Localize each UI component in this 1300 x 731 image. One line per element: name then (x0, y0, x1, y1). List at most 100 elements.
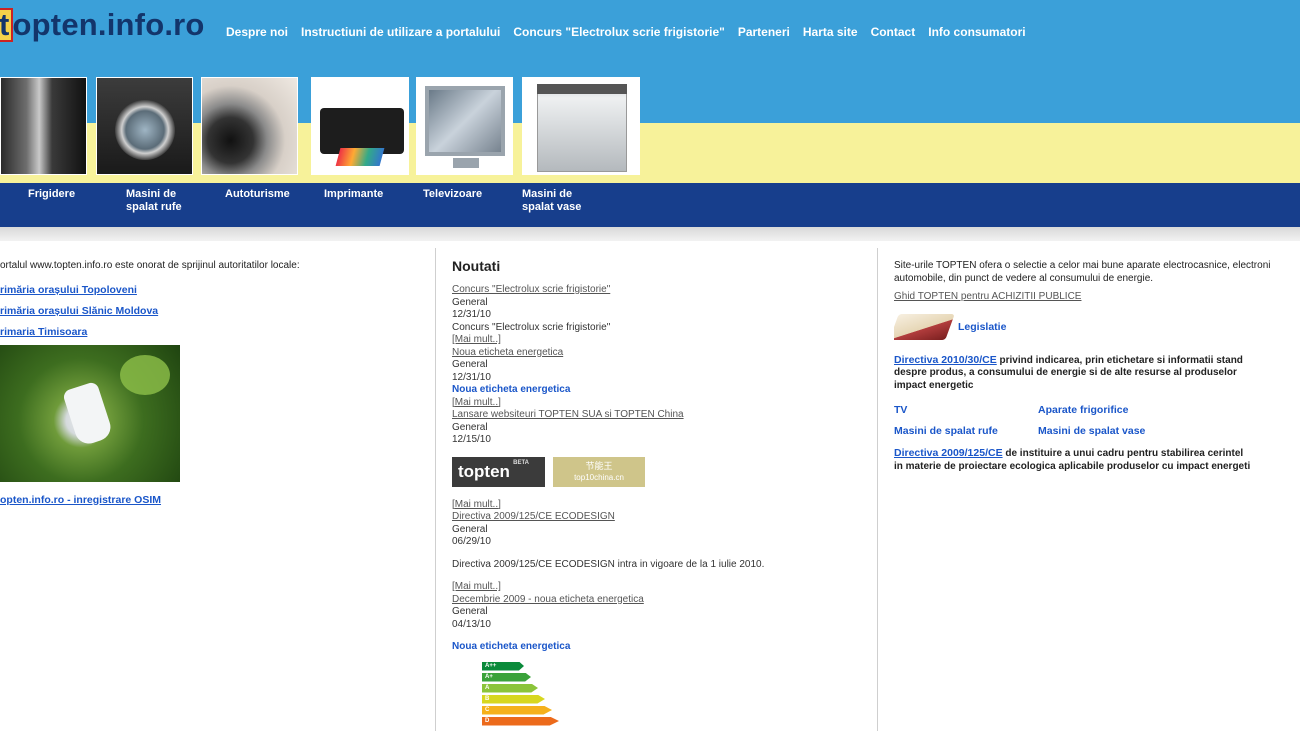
directiva-text: de instituire a unui cadru pentru stabil… (1002, 448, 1244, 459)
category-label: Masini de (522, 188, 573, 200)
directiva-text: privind indicarea, prin etichetare si in… (996, 354, 1243, 366)
legislatie-link[interactable]: Legislatie (958, 321, 1006, 333)
logo-badge: BETA (513, 459, 529, 466)
nav-concurs[interactable]: Concurs "Electrolux scrie frigistorie" (513, 25, 724, 39)
energy-class-bar: A (482, 683, 538, 693)
energy-class-bar: C (482, 705, 552, 715)
nav-info-consumatori[interactable]: Info consumatori (928, 25, 1025, 39)
topten-intro: Site-urile TOPTEN ofera o selectie a cel… (894, 260, 1271, 271)
logo-text: opten.info.ro (12, 7, 205, 42)
news-category: General (452, 296, 488, 308)
ghid-link[interactable]: Ghid TOPTEN pentru ACHIZITII PUBLICE (894, 291, 1081, 302)
car-image[interactable] (201, 77, 298, 175)
nav-instructiuni[interactable]: Instructiuni de utilizare a portalului (301, 25, 500, 39)
news-date: 04/13/10 (452, 618, 491, 630)
category-autoturisme[interactable]: Autoturisme (225, 188, 290, 201)
news-title[interactable]: Directiva 2009/125/CE ECODESIGN (452, 511, 615, 522)
dishwasher-image[interactable] (522, 77, 640, 175)
dishwasher-body (537, 84, 627, 172)
support-intro: ortalul www.topten.info.ro este onorat d… (0, 260, 300, 271)
separator-band (0, 227, 1300, 241)
news-title[interactable]: Decembrie 2009 - noua eticheta energetic… (452, 594, 644, 605)
osim-photo[interactable] (0, 344, 180, 482)
fridge-image[interactable] (0, 77, 87, 175)
category-label: Televizoare (423, 188, 483, 200)
logo-t: t (0, 8, 13, 42)
partner-logos: topten BETA 节能王 top10china.cn (452, 456, 872, 487)
energy-label-graphic: A++ A+ A B C D (482, 661, 872, 726)
topten-china-logo[interactable]: 节能王 top10china.cn (553, 456, 645, 487)
link-masini-rufe[interactable]: Masini de spalat rufe (894, 425, 1038, 437)
directiva-2009-link[interactable]: Directiva 2009/125/CE (894, 447, 1003, 459)
tv-image[interactable] (416, 77, 513, 175)
link-osim[interactable]: opten.info.ro - inregistrare OSIM (0, 494, 161, 506)
energy-class-bar: A+ (482, 672, 531, 682)
news-body: Directiva 2009/125/CE ECODESIGN intra in… (452, 558, 765, 570)
news-title[interactable]: Lansare websiteuri TOPTEN SUA si TOPTEN … (452, 409, 684, 420)
news-category: General (452, 421, 488, 433)
book-icon (894, 313, 955, 340)
washer-drum (115, 100, 175, 160)
directiva-text: in materie de proiectare ecologica aplic… (894, 460, 1251, 472)
directiva-2010-link[interactable]: Directiva 2010/30/CE (894, 354, 997, 366)
photo-plug (61, 380, 115, 447)
link-masini-vase[interactable]: Masini de spalat vase (1038, 425, 1198, 437)
news-date: 12/31/10 (452, 371, 491, 383)
news-category: General (452, 359, 488, 370)
energy-class-bar: B (482, 694, 545, 704)
category-label: spalat vase (522, 201, 582, 213)
nav-contact[interactable]: Contact (871, 25, 916, 39)
news-date: 06/29/10 (452, 536, 491, 547)
news-title[interactable]: Concurs "Electrolux scrie frigistorie" (452, 284, 610, 295)
energy-class-bar: D (482, 716, 559, 726)
category-masini-rufe[interactable]: Masini de spalat rufe (126, 188, 182, 214)
directiva-text: impact energetic (894, 379, 974, 391)
read-more-link[interactable]: [Mai mult..] (452, 397, 501, 408)
news-title[interactable]: Noua eticheta energetica (452, 347, 563, 358)
logo-text: top10china.cn (574, 472, 624, 482)
read-more-link[interactable]: [Mai mult..] (452, 499, 501, 510)
left-column: ortalul www.topten.info.ro este onorat d… (0, 260, 430, 506)
topten-usa-logo[interactable]: topten BETA (452, 456, 545, 487)
tv-stand (453, 158, 479, 168)
read-more-link[interactable]: [Mai mult..] (452, 334, 501, 345)
link-aparate-frigorifice[interactable]: Aparate frigorifice (1038, 404, 1198, 416)
photo-leaf (120, 354, 170, 395)
category-televizoare[interactable]: Televizoare (423, 188, 482, 201)
printer-image[interactable] (311, 77, 409, 175)
top-nav: Despre noi Instructiuni de utilizare a p… (226, 25, 1026, 39)
link-topoloveni[interactable]: rimăria orașului Topoloveni (0, 284, 137, 296)
news-column: Noutati Concurs "Electrolux scrie frigis… (452, 258, 872, 728)
news-body: Noua eticheta energetica (452, 641, 571, 652)
category-nav: Frigidere Masini de spalat rufe Autoturis… (0, 183, 1300, 227)
energy-class-bar: A++ (482, 661, 524, 671)
tv-screen (425, 86, 505, 156)
category-frigidere[interactable]: Frigidere (28, 188, 75, 201)
logo-text: topten (458, 461, 510, 481)
nav-parteneri[interactable]: Parteneri (738, 25, 790, 39)
right-column: Site-urile TOPTEN ofera o selectie a cel… (894, 260, 1300, 473)
news-date: 12/31/10 (452, 309, 491, 320)
news-body: Concurs "Electrolux scrie frigistorie" (452, 321, 611, 333)
washing-machine-image[interactable] (96, 77, 193, 175)
nav-harta-site[interactable]: Harta site (803, 25, 858, 39)
news-category: General (452, 606, 488, 617)
link-timisoara[interactable]: rimaria Timisoara (0, 326, 87, 338)
category-masini-vase[interactable]: Masini de spalat vase (522, 188, 581, 214)
topten-intro: automobile, din punct de vedere al consu… (894, 272, 1154, 284)
logo-text: 节能王 (585, 460, 613, 471)
category-label: Imprimante (324, 188, 384, 200)
link-slanic-moldova[interactable]: rimăria orașului Slănic Moldova (0, 305, 158, 317)
column-divider (877, 248, 878, 731)
read-more-link[interactable]: [Mai mult..] (452, 581, 501, 592)
news-category: General (452, 523, 488, 535)
news-body: Noua eticheta energetica (452, 384, 571, 395)
nav-despre-noi[interactable]: Despre noi (226, 25, 288, 39)
yellow-band (0, 123, 1300, 183)
printer-paper (335, 148, 385, 166)
dishwasher-panel (537, 84, 627, 94)
category-imprimante[interactable]: Imprimante (324, 188, 383, 201)
news-heading: Noutati (452, 258, 501, 274)
link-tv[interactable]: TV (894, 404, 1038, 416)
site-logo[interactable]: topten.info.ro (0, 7, 205, 43)
